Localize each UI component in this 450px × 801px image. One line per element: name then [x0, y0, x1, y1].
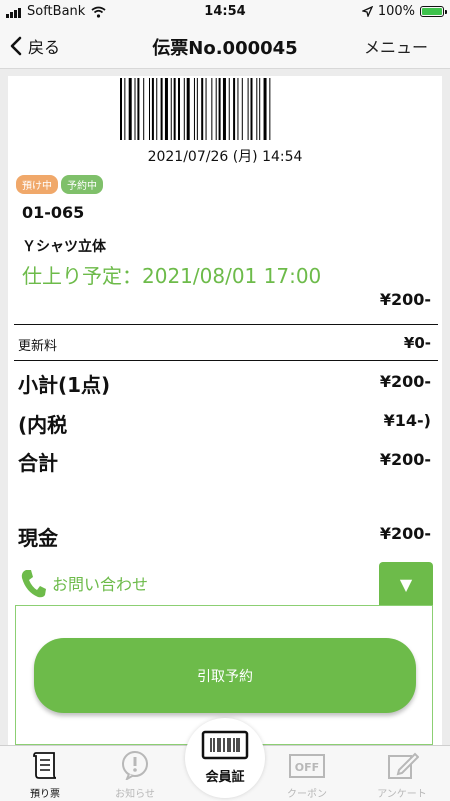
navigation-bar: 戻る 伝票No.000045 メニュー — [0, 24, 450, 69]
barcode-bar — [173, 78, 176, 140]
menu-button[interactable]: メニュー — [364, 34, 428, 58]
tab-survey-label: アンケート — [377, 789, 427, 800]
barcode-bar — [134, 78, 136, 140]
cash-label: 現金 — [18, 526, 58, 550]
barcode-bar — [160, 78, 163, 140]
divider — [14, 324, 438, 325]
barcode-bar — [215, 78, 217, 140]
status-right: 100% — [361, 4, 447, 19]
barcode-bar — [259, 78, 261, 140]
barcode-bar — [178, 78, 180, 140]
expand-toggle-button[interactable]: ▼ — [379, 562, 433, 606]
pickup-reservation-button[interactable]: 引取予約 — [34, 638, 416, 713]
tax-label: (内税 — [18, 413, 68, 437]
due-date: 仕上り予定：2021/08/01 17:00 — [22, 264, 322, 288]
barcode-bar — [124, 78, 126, 140]
pickup-reservation-label: 引取予約 — [197, 668, 253, 685]
barcode-bar — [183, 78, 185, 140]
barcode-bar — [186, 78, 190, 140]
barcode-bar — [241, 78, 243, 140]
receipt-icon — [33, 752, 57, 779]
barcode-bar — [149, 78, 150, 140]
total-label: 合計 — [18, 451, 58, 475]
inquiry-link[interactable]: お問い合わせ — [20, 568, 148, 598]
barcode-datetime: 2021/07/26 (月) 14:54 — [147, 149, 303, 165]
svg-text:OFF: OFF — [295, 761, 319, 774]
status-badges: 預け中 予約中 — [16, 175, 103, 194]
member-card-label: 会員証 — [205, 770, 245, 785]
barcode-bar — [196, 78, 198, 140]
tab-coupon[interactable]: OFF クーポン — [272, 750, 342, 800]
location-arrow-icon — [361, 6, 373, 17]
chevron-down-icon: ▼ — [399, 574, 413, 594]
barcode-bar — [269, 78, 271, 140]
barcode-bar — [151, 78, 154, 140]
tab-receipt[interactable]: 預り票 — [10, 750, 80, 800]
inquiry-label: お問い合わせ — [52, 575, 149, 594]
fee-label: 更新料 — [18, 339, 58, 354]
barcode-bar — [128, 78, 132, 140]
barcode-bar — [164, 78, 168, 140]
tab-notice-label: お知らせ — [115, 789, 155, 800]
subtotal-value: ¥200- — [379, 372, 431, 391]
item-code: 01-065 — [22, 203, 85, 222]
status-bar: SoftBank 14:54 100% — [0, 0, 450, 24]
tab-receipt-label: 預り票 — [30, 789, 60, 800]
survey-icon — [388, 752, 420, 779]
barcode-bar — [211, 78, 213, 140]
barcode-bar — [170, 78, 172, 140]
barcode-bar — [143, 78, 145, 140]
barcode-bar — [237, 78, 239, 140]
item-price: ¥200- — [379, 290, 431, 309]
barcode-bar — [233, 78, 236, 140]
barcode-bar — [156, 78, 158, 140]
divider — [14, 360, 438, 361]
battery-percent: 100% — [377, 4, 415, 19]
status-badge-reserved: 予約中 — [61, 175, 103, 194]
battery-icon — [420, 6, 447, 17]
coupon-icon: OFF — [289, 754, 325, 778]
barcode-bar — [218, 78, 221, 140]
barcode-bar — [247, 78, 249, 140]
item-name: Ｙシャツ立体 — [22, 239, 106, 255]
total-value: ¥200- — [379, 450, 431, 469]
tab-survey[interactable]: アンケート — [367, 750, 437, 800]
barcode-bar — [137, 78, 140, 140]
barcode-bar — [222, 78, 226, 140]
tax-value: ¥14-) — [383, 411, 431, 430]
barcode-bar — [263, 78, 267, 140]
notice-icon — [122, 751, 148, 782]
barcode-bar — [193, 78, 195, 140]
barcode-bar — [205, 78, 207, 140]
subtotal-label: 小計(1点) — [18, 373, 111, 397]
member-card-button[interactable]: 会員証 — [185, 718, 265, 798]
phone-icon — [21, 570, 46, 598]
status-badge-deposited: 預け中 — [16, 175, 58, 194]
barcode-card-icon — [201, 730, 249, 760]
barcode-bar — [228, 78, 230, 140]
tab-coupon-label: クーポン — [287, 789, 327, 800]
barcode-bar — [256, 78, 258, 140]
barcode-bar — [250, 78, 253, 140]
barcode-bar — [120, 78, 122, 140]
cash-value: ¥200- — [379, 524, 431, 543]
barcode-bar — [201, 78, 204, 140]
fee-value: ¥0- — [403, 334, 431, 352]
barcode — [120, 78, 271, 140]
tab-notice[interactable]: お知らせ — [100, 750, 170, 800]
